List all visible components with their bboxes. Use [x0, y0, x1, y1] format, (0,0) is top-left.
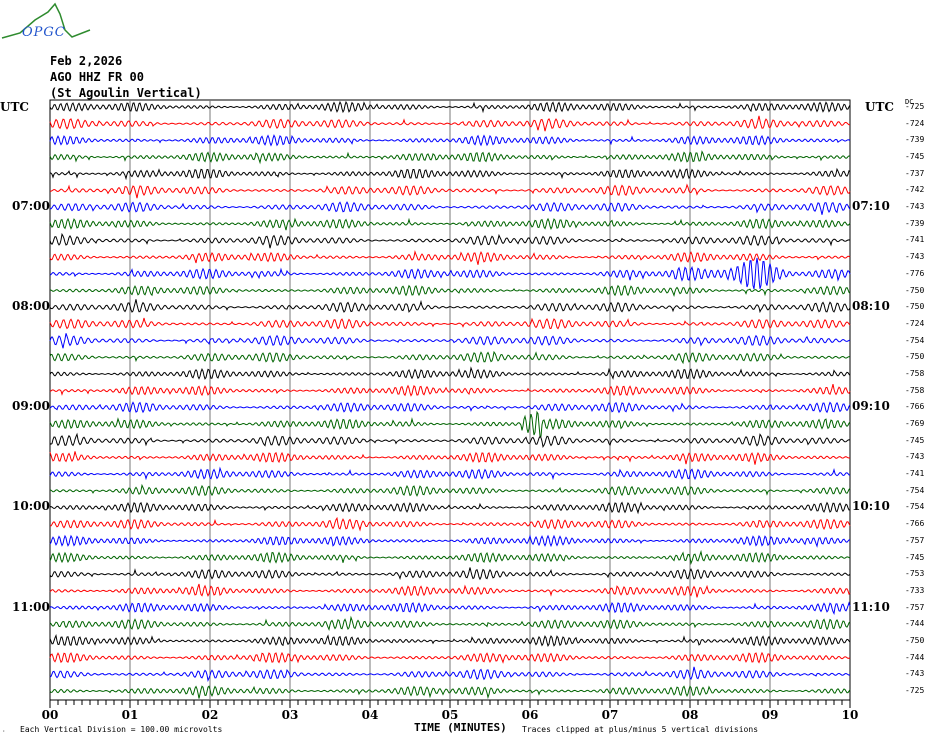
dc-offset-label: -745	[905, 552, 925, 562]
dc-offset-label: -757	[905, 535, 925, 545]
dc-offset-label: -750	[905, 285, 925, 295]
dc-offset-label: -750	[905, 352, 925, 362]
scale-note: Each Vertical Division = 100.00 microvol…	[20, 725, 223, 734]
dc-offset-label: -743	[905, 669, 925, 679]
x-tick-label: 04	[361, 708, 379, 722]
corner-mark: ·	[2, 728, 6, 735]
x-tick-label: 02	[201, 708, 219, 722]
dc-offset-label: -753	[905, 569, 925, 579]
dc-offset-label: -724	[905, 118, 925, 128]
seismogram-plot	[49, 99, 851, 708]
x-tick-label: 09	[761, 708, 779, 722]
right-hour-label: 09:10	[852, 399, 890, 414]
x-tick-label: 08	[681, 708, 699, 722]
dc-offset-label: -766	[905, 402, 925, 412]
dc-offset-label: -741	[905, 469, 925, 479]
x-axis-title: TIME (MINUTES)	[414, 721, 507, 734]
dc-offset-label: -766	[905, 519, 925, 529]
x-tick-label: 06	[521, 708, 539, 722]
dc-offset-label: -737	[905, 168, 925, 178]
dc-offset-label: -744	[905, 652, 925, 662]
dc-offset-label: -754	[905, 335, 925, 345]
left-hour-label: 11:00	[12, 599, 50, 614]
left-hour-label: 08:00	[12, 299, 50, 314]
dc-offset-label: -743	[905, 202, 925, 212]
right-hour-label: 11:10	[852, 599, 890, 614]
dc-offset-label: -758	[905, 385, 925, 395]
dc-offset-label: -742	[905, 185, 925, 195]
clip-note: Traces clipped at plus/minus 5 vertical …	[522, 725, 759, 734]
dc-offset-label: -754	[905, 502, 925, 512]
dc-offset-label: -754	[905, 485, 925, 495]
left-hour-label: 07:00	[12, 199, 50, 214]
dc-offset-label: -750	[905, 302, 925, 312]
left-hour-label: 09:00	[12, 399, 50, 414]
dc-offset-label: -750	[905, 635, 925, 645]
dc-offset-label: -769	[905, 419, 925, 429]
x-tick-label: 00	[41, 708, 59, 722]
x-tick-label: 05	[441, 708, 459, 722]
x-tick-label: 10	[841, 708, 859, 722]
dc-offset-label: -745	[905, 152, 925, 162]
right-hour-label: 08:10	[852, 299, 890, 314]
dc-offset-label: -739	[905, 135, 925, 145]
dc-offset-label: -776	[905, 268, 925, 278]
dc-offset-label: -739	[905, 218, 925, 228]
left-hour-label: 10:00	[12, 499, 50, 514]
x-tick-label: 03	[281, 708, 299, 722]
dc-offset-label: -758	[905, 368, 925, 378]
dc-offset-label: -741	[905, 235, 925, 245]
dc-offset-label: -743	[905, 452, 925, 462]
dc-offset-label: -724	[905, 318, 925, 328]
x-tick-label: 01	[121, 708, 139, 722]
x-tick-label: 07	[601, 708, 619, 722]
right-hour-label: 07:10	[852, 199, 890, 214]
dc-offset-label: -743	[905, 252, 925, 262]
dc-offset-label: -757	[905, 602, 925, 612]
dc-offset-label: -733	[905, 585, 925, 595]
dc-offset-label: -744	[905, 619, 925, 629]
dc-offset-label: -725	[905, 686, 925, 695]
dc-offset-label: -725	[905, 102, 925, 111]
right-hour-label: 10:10	[852, 499, 890, 514]
dc-offset-label: -745	[905, 435, 925, 445]
